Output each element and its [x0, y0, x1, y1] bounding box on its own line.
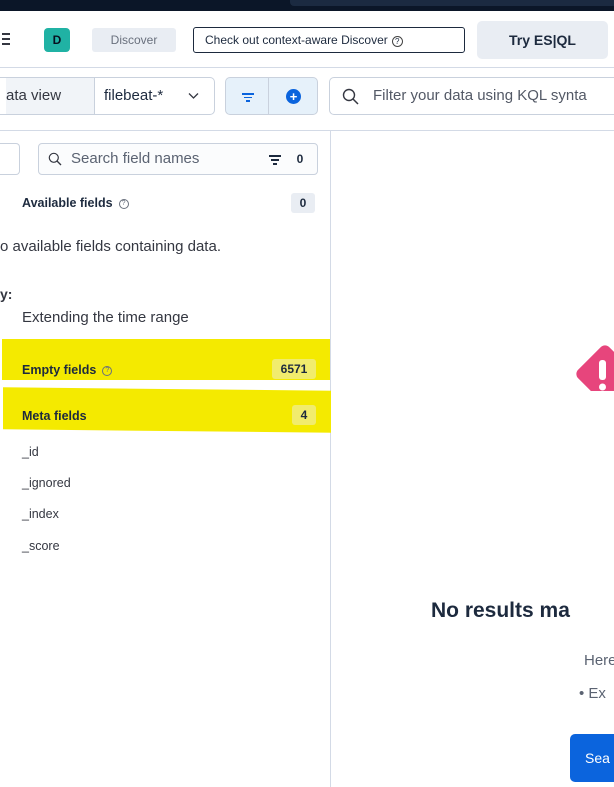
- search-button[interactable]: Sea: [570, 734, 614, 782]
- kql-placeholder: Filter your data using KQL synta: [373, 87, 587, 104]
- no-results-help-text: Here a: [584, 652, 614, 669]
- try-label: y:: [0, 286, 13, 302]
- no-results-suggestion: • Ex: [579, 685, 606, 702]
- field-search-input[interactable]: Search field names 0: [38, 143, 318, 175]
- question-icon: ?: [391, 36, 403, 47]
- plus-icon: +: [286, 89, 301, 104]
- data-view-picker[interactable]: ata view filebeat-*: [0, 77, 215, 115]
- no-results-illustration: [576, 345, 614, 391]
- try-esql-button[interactable]: Try ES|QL: [477, 21, 608, 59]
- field-sidebar: Search field names 0 Available fields? 0…: [0, 131, 333, 787]
- empty-fields-count: 6571: [272, 359, 316, 379]
- search-icon: [342, 88, 359, 105]
- no-available-fields-message: o available fields containing data.: [0, 238, 221, 255]
- data-view-value: filebeat-*: [104, 87, 164, 104]
- meta-fields-section[interactable]: Meta fields 4: [0, 404, 331, 428]
- available-fields-title: Available fields: [22, 196, 113, 210]
- field-item-ignored[interactable]: _ignored: [22, 476, 71, 490]
- context-aware-discover-button[interactable]: Check out context-aware Discover?: [193, 27, 465, 53]
- meta-fields-title: Meta fields: [22, 409, 87, 423]
- field-item-index[interactable]: _index: [22, 507, 59, 521]
- top-nav-strip: [0, 0, 614, 11]
- context-aware-label: Check out context-aware Discover: [205, 33, 388, 47]
- menu-icon[interactable]: [0, 30, 14, 50]
- header-bar: D Discover Check out context-aware Disco…: [0, 11, 614, 68]
- field-item-score[interactable]: _score: [22, 539, 60, 553]
- chevron-down-icon: [188, 93, 199, 99]
- results-panel: No results ma Here a • Ex Sea: [331, 131, 614, 787]
- search-icon: [48, 152, 62, 166]
- filter-count: 0: [296, 152, 304, 166]
- discover-page: D Discover Check out context-aware Disco…: [0, 0, 614, 787]
- global-search-edge: [290, 0, 614, 6]
- field-type-filter[interactable]: [0, 143, 20, 175]
- kql-search-input[interactable]: Filter your data using KQL synta: [329, 77, 614, 115]
- data-view-label: ata view: [6, 78, 95, 114]
- available-fields-section[interactable]: Available fields? 0: [0, 191, 331, 215]
- space-avatar[interactable]: D: [44, 28, 70, 52]
- breadcrumb-discover[interactable]: Discover: [92, 28, 176, 52]
- add-filter-button[interactable]: +: [268, 77, 318, 115]
- filter-icon[interactable]: [269, 155, 281, 165]
- empty-fields-section[interactable]: Empty fields? 6571: [0, 358, 331, 382]
- meta-fields-count: 4: [292, 405, 316, 425]
- field-search-placeholder: Search field names: [71, 150, 200, 167]
- suggestion-extend-time-range: Extending the time range: [22, 309, 189, 326]
- filter-options-button[interactable]: [225, 77, 269, 115]
- question-icon: ?: [102, 366, 113, 376]
- no-results-title: No results ma: [431, 599, 570, 622]
- question-icon: ?: [118, 199, 129, 209]
- available-fields-count: 0: [291, 193, 315, 213]
- field-item-id[interactable]: _id: [22, 445, 39, 459]
- query-bar: ata view filebeat-* + Filter your data u…: [0, 69, 614, 131]
- empty-fields-title: Empty fields: [22, 363, 97, 377]
